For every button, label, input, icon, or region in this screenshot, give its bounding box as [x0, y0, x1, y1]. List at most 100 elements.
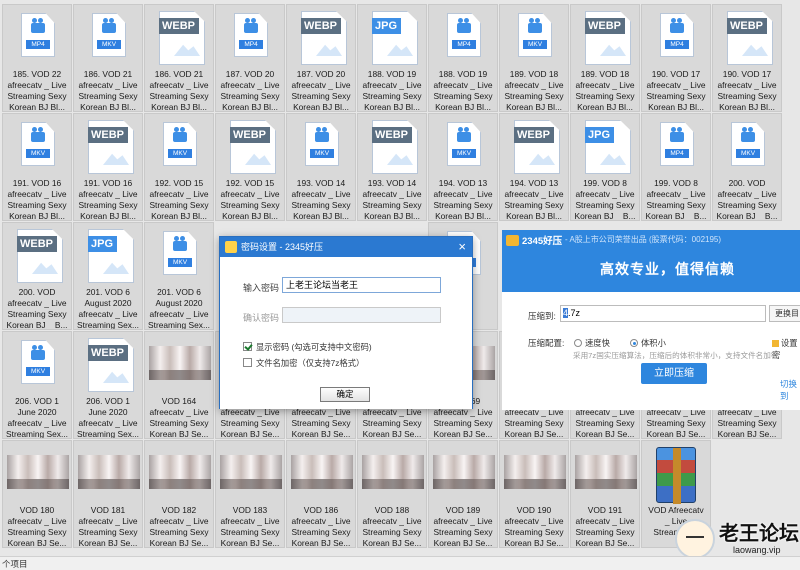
dialog-title: 密码设置 - 2345好压	[241, 242, 324, 252]
file-thumbnail: WEBP	[7, 227, 69, 285]
file-item[interactable]: MKV 189. VOD 18 afreecatv _ Live Streamin…	[499, 4, 569, 112]
file-item[interactable]: JPG 201. VOD 6 August 2020 afreecatv _ Li…	[73, 222, 143, 330]
close-icon[interactable]: ×	[458, 237, 466, 257]
landscape-icon	[600, 153, 626, 165]
landscape-icon	[742, 44, 768, 56]
change-directory-button[interactable]: 更换目	[769, 305, 800, 322]
file-item[interactable]: VOD 164 afreecatv _ Live Streaming Sexy …	[144, 331, 214, 439]
file-item[interactable]: MKV 201. VOD 6 August 2020 afreecatv _ Li…	[144, 222, 214, 330]
file-type-badge: MKV	[452, 149, 476, 158]
file-thumbnail: MP4	[646, 9, 708, 67]
file-thumbnail: WEBP	[504, 118, 566, 176]
file-name: VOD 180 afreecatv _ Live Streaming Sexy …	[7, 505, 67, 548]
file-item[interactable]: VOD 189 afreecatv _ Live Streaming Sexy …	[428, 440, 498, 548]
video-frame-thumbnail	[362, 455, 424, 489]
file-name: 189. VOD 18 afreecatv _ Live Streaming S…	[504, 69, 564, 112]
file-item[interactable]: MP4 188. VOD 19 afreecatv _ Live Streamin…	[428, 4, 498, 112]
file-item[interactable]: WEBP 189. VOD 18 afreecatv _ Live Streami…	[570, 4, 640, 112]
item-count: 个项目	[2, 559, 28, 569]
file-thumbnail: WEBP	[575, 9, 637, 67]
file-item[interactable]: MKV 193. VOD 14 afreecatv _ Live Streamin…	[286, 113, 356, 221]
image-file-icon: JPG	[88, 229, 134, 283]
video-file-icon: MP4	[234, 13, 268, 57]
file-item[interactable]: MP4 187. VOD 20 afreecatv _ Live Streamin…	[215, 4, 285, 112]
file-item[interactable]: WEBP 193. VOD 14 afreecatv _ Live Streami…	[357, 113, 427, 221]
file-type-badge: MP4	[26, 40, 50, 49]
video-frame-thumbnail	[78, 455, 140, 489]
confirm-password-field[interactable]	[282, 307, 441, 323]
file-thumbnail: WEBP	[291, 9, 353, 67]
file-name: 189. VOD 18 afreecatv _ Live Streaming S…	[575, 69, 635, 112]
file-item[interactable]: MKV 191. VOD 16 afreecatv _ Live Streamin…	[2, 113, 72, 221]
file-item[interactable]: VOD 190 afreecatv _ Live Streaming Sexy …	[499, 440, 569, 548]
destination-path-input[interactable]: 4.7z	[560, 305, 766, 322]
file-thumbnail: MKV	[433, 118, 495, 176]
file-item[interactable]: VOD 183 afreecatv _ Live Streaming Sexy …	[215, 440, 285, 548]
file-thumbnail: MKV	[504, 9, 566, 67]
file-thumbnail	[149, 445, 211, 503]
mascot-logo-icon	[675, 519, 715, 559]
file-name: 193. VOD 14 afreecatv _ Live Streaming S…	[291, 178, 351, 221]
file-thumbnail	[646, 445, 708, 504]
file-item[interactable]: VOD 182 afreecatv _ Live Streaming Sexy …	[144, 440, 214, 548]
file-item[interactable]: JPG 199. VOD 8 afreecatv _ Live Streaming…	[570, 113, 640, 221]
dialog-titlebar[interactable]: 密码设置 - 2345好压 ×	[220, 237, 472, 257]
lock-icon	[772, 340, 779, 347]
file-item[interactable]: WEBP 186. VOD 21 afreecatv _ Live Streami…	[144, 4, 214, 112]
file-item[interactable]: WEBP 187. VOD 20 afreecatv _ Live Streami…	[286, 4, 356, 112]
file-type-badge: MP4	[452, 40, 476, 49]
video-file-icon: MKV	[518, 13, 552, 57]
file-item[interactable]: VOD 191 afreecatv _ Live Streaming Sexy …	[570, 440, 640, 548]
file-item[interactable]: WEBP 190. VOD 17 afreecatv _ Live Streami…	[712, 4, 782, 112]
fast-option-radio[interactable]: 速度快	[574, 337, 610, 349]
file-thumbnail: JPG	[78, 227, 140, 285]
file-name: VOD 182 afreecatv _ Live Streaming Sexy …	[149, 505, 209, 548]
file-item[interactable]: MP4 185. VOD 22 afreecatv _ Live Streamin…	[2, 4, 72, 112]
file-thumbnail: MKV	[149, 118, 211, 176]
file-item[interactable]: VOD 181 afreecatv _ Live Streaming Sexy …	[73, 440, 143, 548]
file-type-ribbon: JPG	[372, 18, 402, 34]
image-file-icon: WEBP	[88, 120, 134, 174]
image-file-icon: WEBP	[372, 120, 418, 174]
file-type-badge: MKV	[168, 258, 192, 267]
file-item[interactable]: WEBP 194. VOD 13 afreecatv _ Live Streami…	[499, 113, 569, 221]
compress-now-button[interactable]: 立即压缩	[641, 363, 707, 384]
file-type-ribbon: WEBP	[17, 236, 57, 252]
password-field[interactable]: 上老王论坛当老王	[282, 277, 441, 293]
file-item[interactable]: WEBP 192. VOD 15 afreecatv _ Live Streami…	[215, 113, 285, 221]
file-item[interactable]: JPG 188. VOD 19 afreecatv _ Live Streamin…	[357, 4, 427, 112]
file-thumbnail	[78, 445, 140, 503]
file-item[interactable]: MKV 200. VOD afreecatv _ Live Streaming S…	[712, 113, 782, 221]
file-thumbnail	[504, 445, 566, 503]
file-item[interactable]: VOD 188 afreecatv _ Live Streaming Sexy …	[357, 440, 427, 548]
file-item[interactable]: MKV 206. VOD 1 June 2020 afreecatv _ Live…	[2, 331, 72, 439]
file-item[interactable]: VOD 186 afreecatv _ Live Streaming Sexy …	[286, 440, 356, 548]
file-name: VOD 164 afreecatv _ Live Streaming Sexy …	[149, 396, 209, 439]
file-item[interactable]: WEBP 191. VOD 16 afreecatv _ Live Streami…	[73, 113, 143, 221]
file-name: 187. VOD 20 afreecatv _ Live Streaming S…	[291, 69, 351, 112]
video-file-icon: MP4	[660, 122, 694, 166]
ok-button[interactable]: 确定	[320, 387, 370, 402]
file-type-badge: MP4	[239, 40, 263, 49]
small-option-radio[interactable]: 体积小	[630, 337, 666, 349]
show-password-checkbox[interactable]: 显示密码 (勾选可支持中文密码)	[243, 341, 372, 353]
status-bar: 个项目	[0, 556, 800, 570]
switch-mode-link[interactable]: 切换到	[780, 378, 800, 402]
image-file-icon: WEBP	[230, 120, 276, 174]
file-thumbnail	[362, 445, 424, 503]
file-item[interactable]: MP4 199. VOD 8 afreecatv _ Live Streaming…	[641, 113, 711, 221]
file-type-badge: MKV	[26, 367, 50, 376]
video-camera-icon	[31, 18, 45, 33]
file-item[interactable]: VOD 180 afreecatv _ Live Streaming Sexy …	[2, 440, 72, 548]
file-thumbnail	[7, 445, 69, 503]
file-item[interactable]: MKV 194. VOD 13 afreecatv _ Live Streamin…	[428, 113, 498, 221]
video-file-icon: MKV	[163, 122, 197, 166]
file-item[interactable]: MKV 192. VOD 15 afreecatv _ Live Streamin…	[144, 113, 214, 221]
file-item[interactable]: WEBP 206. VOD 1 June 2020 afreecatv _ Liv…	[73, 331, 143, 439]
encrypt-filename-checkbox[interactable]: 文件名加密（仅支持7z格式）	[243, 357, 364, 369]
file-item[interactable]: MKV 186. VOD 21 afreecatv _ Live Streamin…	[73, 4, 143, 112]
file-item[interactable]: WEBP 200. VOD afreecatv _ Live Streaming …	[2, 222, 72, 330]
image-file-icon: JPG	[585, 120, 631, 174]
file-item[interactable]: MP4 190. VOD 17 afreecatv _ Live Streamin…	[641, 4, 711, 112]
video-camera-icon	[244, 18, 258, 33]
